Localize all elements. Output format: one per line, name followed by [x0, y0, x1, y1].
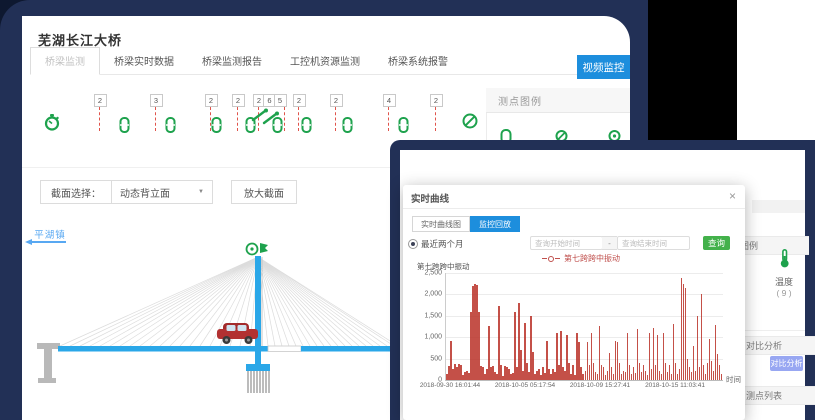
- sensor-marker-dash: [99, 107, 100, 131]
- query-row: 最近两个月 - 查询: [403, 236, 745, 252]
- x-tick-label: 2018-10-05 05:17:54: [495, 382, 555, 389]
- sensor-count-badge[interactable]: 2: [94, 94, 107, 107]
- sensor-marker-dash: [298, 107, 299, 131]
- section-select-value: 动态背立面: [120, 185, 170, 200]
- compare-analysis-button[interactable]: 对比分析: [770, 356, 803, 371]
- background-panel-strip: [752, 200, 805, 213]
- tab-ipc-resource[interactable]: 工控机资源监测: [276, 48, 374, 74]
- left-pier: [37, 343, 60, 383]
- temperature-count: ( 9 ): [766, 288, 802, 298]
- black-overlay: [648, 0, 737, 140]
- sensor-count-badge[interactable]: 2: [293, 94, 306, 107]
- chart-legend[interactable]: 第七跨跨中振动: [541, 253, 620, 264]
- deck-joint: [268, 346, 301, 352]
- tab-monitor-playback[interactable]: 监控回放: [470, 216, 520, 232]
- start-time-input[interactable]: [530, 236, 603, 250]
- main-tabbar: 桥梁监测 桥梁实时数据 桥梁监测报告 工控机资源监测 桥梁系统报警: [30, 52, 622, 75]
- temperature-label: 温度: [766, 275, 802, 288]
- y-tick-label: 2,000: [424, 291, 442, 298]
- range-radio[interactable]: [408, 239, 418, 249]
- vibration-bar: [721, 374, 723, 380]
- close-icon[interactable]: ×: [729, 189, 736, 203]
- sensor-marker-dash: [435, 107, 436, 131]
- y-tick-label: 500: [430, 355, 442, 362]
- zoom-section-button[interactable]: 放大截面: [231, 180, 297, 204]
- tab-system-alarm[interactable]: 桥梁系统报警: [374, 48, 462, 74]
- lever-icon[interactable]: [262, 111, 280, 130]
- legend-series-label: 第七跨跨中振动: [564, 253, 620, 264]
- tower-top-sensor-icons: [247, 243, 269, 255]
- query-button[interactable]: 查询: [703, 236, 730, 250]
- thermometer-icon: [778, 249, 791, 268]
- sensor-marker-dash: [335, 107, 336, 131]
- legend-marker: [555, 258, 560, 259]
- bridge-deck: [58, 346, 268, 352]
- modal-title: 实时曲线: [411, 191, 449, 205]
- section-select-dropdown[interactable]: 动态背立面 ▼: [111, 180, 213, 204]
- legend-panel-header: 测点图例: [486, 88, 630, 113]
- modal-header: 实时曲线 ×: [403, 185, 745, 209]
- sensor-count-badge[interactable]: 2: [205, 94, 218, 107]
- tower-pier-comb: [248, 371, 269, 393]
- legend-marker: [542, 258, 547, 259]
- link-icon[interactable]: [211, 117, 222, 138]
- vibration-chart[interactable]: 05001,0001,5002,0002,500: [445, 273, 723, 381]
- direction-label: 平湖镇: [30, 227, 70, 241]
- end-time-input[interactable]: [617, 236, 690, 250]
- range-separator: -: [602, 236, 617, 250]
- y-tick-label: 2,500: [424, 270, 442, 277]
- legend-panel-title: 测点图例: [486, 93, 542, 108]
- divider: [745, 330, 805, 331]
- legend-marker-circle: [548, 256, 554, 262]
- tab-realtime-data[interactable]: 桥梁实时数据: [100, 48, 188, 74]
- tower-pier-cap: [246, 364, 270, 371]
- y-tick-label: 1,000: [424, 334, 442, 341]
- sensor-marker-dash: [388, 107, 389, 131]
- sensor-count-badge[interactable]: 2: [330, 94, 343, 107]
- range-radio-label: 最近两个月: [421, 238, 464, 250]
- link-icon[interactable]: [301, 117, 312, 138]
- x-tick-label: 2018-09-30 16:01:44: [420, 382, 480, 389]
- tab-monitor-report[interactable]: 桥梁监测报告: [188, 48, 276, 74]
- link-icon[interactable]: [342, 117, 353, 138]
- sensor-count-badge[interactable]: 5: [274, 94, 287, 107]
- white-overlay: [737, 0, 815, 140]
- video-monitor-button[interactable]: 视频监控: [577, 55, 630, 79]
- temperature-sensor-item[interactable]: 温度 ( 9 ): [766, 249, 802, 298]
- sensor-marker-dash: [284, 107, 285, 131]
- gridline: [446, 273, 723, 274]
- chevron-down-icon: ▼: [198, 189, 204, 195]
- link-icon[interactable]: [165, 117, 176, 138]
- sensor-marker-dash: [237, 107, 238, 131]
- sensor-marker-dash: [155, 107, 156, 131]
- bridge-deck: [301, 346, 398, 352]
- bridge-schematic[interactable]: [25, 240, 398, 417]
- x-tick-label: 2018-10-15 11:03:41: [645, 382, 705, 389]
- sensor-count-badge[interactable]: 2: [430, 94, 443, 107]
- modal-tabbar: 实时曲线图 监控回放: [412, 216, 520, 232]
- tab-realtime-curve[interactable]: 实时曲线图: [412, 216, 470, 232]
- realtime-curve-modal: 实时曲线 × 实时曲线图 监控回放 最近两个月 - 查询 第七跨跨中振动 第七跨…: [403, 185, 745, 420]
- sensor-count-badge[interactable]: 2: [232, 94, 245, 107]
- x-tick-label: 2018-10-09 15:27:41: [570, 382, 630, 389]
- y-tick-label: 1,500: [424, 312, 442, 319]
- link-icon[interactable]: [398, 117, 409, 138]
- sensor-count-badge[interactable]: 4: [383, 94, 396, 107]
- link-icon[interactable]: [119, 117, 130, 138]
- tab-bridge-monitor[interactable]: 桥梁监测: [30, 47, 100, 75]
- sensor-count-badge[interactable]: 3: [150, 94, 163, 107]
- screen: 芜湖长江大桥 桥梁监测 桥梁实时数据 桥梁监测报告 工控机资源监测 桥梁系统报警…: [0, 0, 815, 420]
- chart-xaxis-label: 时间: [726, 374, 741, 385]
- clock-icon[interactable]: [44, 114, 60, 136]
- no-entry-icon[interactable]: [462, 113, 478, 134]
- section-controls: 截面选择： 动态背立面 ▼ 放大截面: [40, 180, 297, 204]
- section-select-label: 截面选择：: [40, 180, 112, 204]
